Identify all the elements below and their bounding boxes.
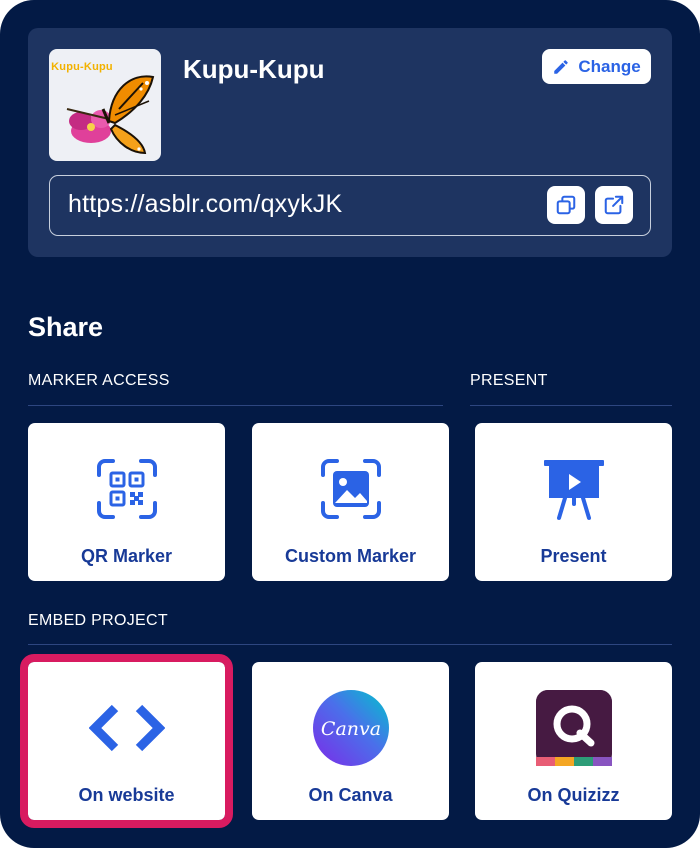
- qr-marker-tile[interactable]: QR Marker: [28, 423, 225, 581]
- open-link-button[interactable]: [595, 186, 633, 224]
- project-name: Kupu-Kupu: [183, 54, 325, 84]
- svg-text:Canva: Canva: [320, 718, 380, 740]
- copy-icon: [556, 195, 576, 215]
- on-website-tile[interactable]: On website: [20, 654, 233, 828]
- presentation-icon: [543, 460, 604, 520]
- custom-marker-tile[interactable]: Custom Marker: [252, 423, 449, 581]
- custom-marker-label: Custom Marker: [284, 546, 417, 566]
- share-panel: Kupu-Kupu Kupu-Kupu Change https://asblr…: [0, 0, 700, 848]
- image-icon: [320, 459, 381, 519]
- marker-access-divider: [28, 405, 443, 406]
- embed-project-label: EMBED PROJECT: [28, 612, 168, 629]
- change-label: Change: [578, 56, 641, 76]
- on-quizizz-tile[interactable]: On Quizizz: [475, 662, 672, 820]
- on-canva-label: On Canva: [308, 785, 393, 805]
- present-tile[interactable]: Present: [475, 423, 672, 581]
- qr-code-icon: [96, 459, 157, 519]
- project-card: Kupu-Kupu Kupu-Kupu Change https://asblr…: [28, 28, 672, 257]
- pencil-icon: [554, 59, 569, 74]
- change-button[interactable]: Change: [542, 49, 651, 84]
- marker-access-label: MARKER ACCESS: [28, 372, 170, 389]
- on-website-label: On website: [78, 785, 175, 805]
- code-icon: [88, 704, 165, 752]
- external-link-icon: [604, 195, 624, 215]
- butterfly-image: [66, 75, 155, 155]
- share-heading: Share: [28, 312, 104, 342]
- qr-marker-label: QR Marker: [80, 546, 173, 566]
- present-label: Present: [540, 546, 607, 566]
- canva-logo-icon: Canva: [312, 690, 389, 766]
- on-canva-tile[interactable]: Canva On Canva: [252, 662, 449, 820]
- project-url[interactable]: https://asblr.com/qxykJK: [68, 190, 342, 219]
- project-thumbnail: Kupu-Kupu: [49, 49, 161, 161]
- present-divider: [470, 405, 672, 406]
- quizizz-logo-icon: [535, 690, 612, 766]
- project-url-field[interactable]: https://asblr.com/qxykJK: [49, 175, 651, 236]
- on-quizizz-label: On Quizizz: [527, 785, 620, 805]
- embed-divider: [28, 644, 672, 645]
- copy-link-button[interactable]: [547, 186, 585, 224]
- present-section-label: PRESENT: [470, 372, 548, 389]
